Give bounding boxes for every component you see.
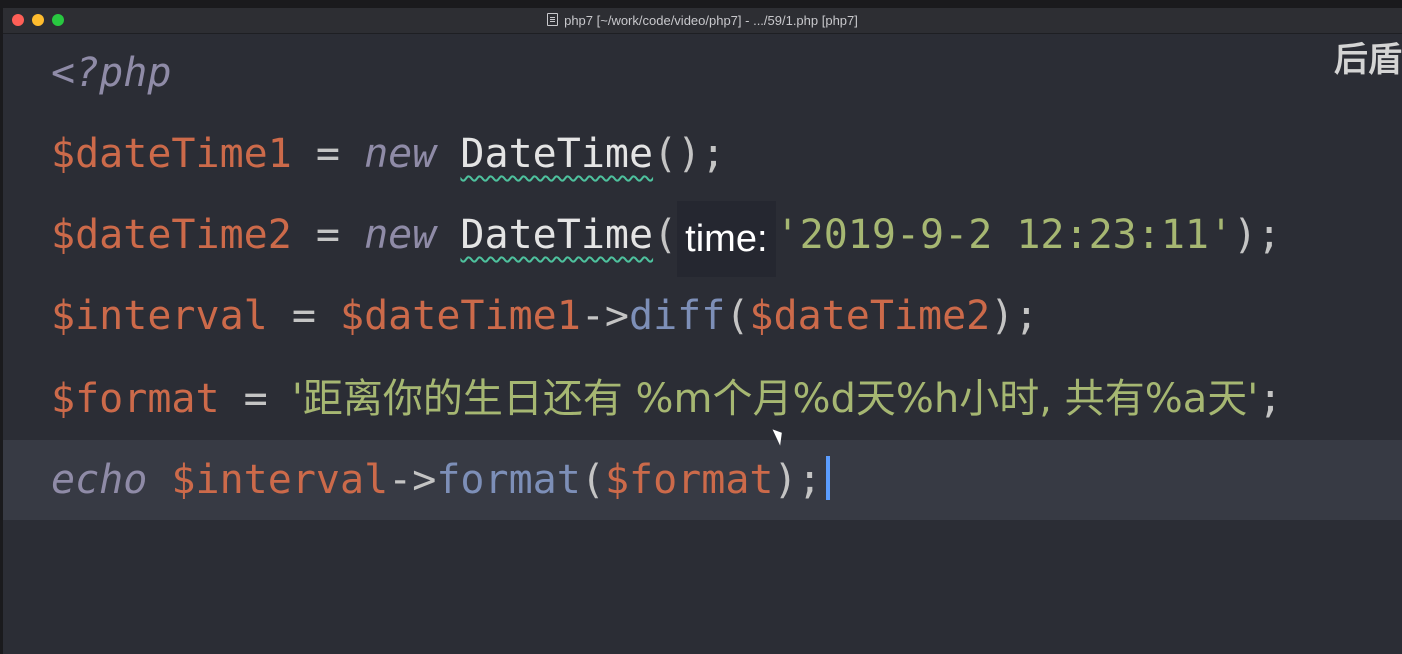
variable: $dateTime1 — [51, 131, 292, 177]
operator: = — [291, 131, 365, 177]
punctuation: ); — [990, 293, 1039, 339]
arrow-operator: -> — [580, 293, 629, 339]
class-name: DateTime — [460, 212, 654, 258]
class-name: DateTime — [460, 131, 654, 177]
punctuation: ); — [1233, 212, 1282, 258]
keyword: new — [364, 212, 437, 258]
code-line-4[interactable]: $interval = $dateTime1->diff($dateTime2)… — [51, 281, 1038, 351]
code-editor[interactable]: <?php $dateTime1 = new DateTime(); $date… — [3, 34, 1402, 654]
code-line-6[interactable]: echo $interval->format($format); — [51, 445, 830, 515]
method-name: diff — [629, 293, 726, 339]
method-name: format — [436, 457, 581, 503]
keyword: new — [364, 131, 437, 177]
variable: $dateTime2 — [749, 293, 991, 339]
punctuation: ; — [1258, 376, 1283, 422]
parameter-hint: time: — [677, 201, 776, 277]
file-icon — [547, 13, 559, 26]
variable: $format — [604, 457, 774, 503]
title-bar: php7 [~/work/code/video/php7] - .../59/1… — [3, 8, 1402, 34]
keyword: echo — [51, 457, 148, 503]
watermark-text: 后盾 — [1334, 40, 1402, 80]
operator: = — [291, 212, 365, 258]
punctuation: ( — [725, 293, 750, 339]
php-open-tag: <?php — [51, 50, 172, 96]
variable: $interval — [171, 457, 389, 503]
variable: $dateTime1 — [340, 293, 581, 339]
code-line-2[interactable]: $dateTime1 = new DateTime(); — [51, 119, 725, 189]
code-line-1[interactable]: <?php — [51, 38, 171, 108]
code-line-3[interactable]: $dateTime2 = new DateTime(time: '2019-9-2… — [51, 200, 1282, 277]
variable: $dateTime2 — [51, 212, 292, 258]
window-title: php7 [~/work/code/video/php7] - .../59/1… — [3, 8, 1402, 33]
code-line-5[interactable]: $format = '距离你的生日还有 %m个月%d天%h小时, 共有%a天'; — [51, 364, 1282, 434]
operator: = — [267, 293, 340, 339]
punctuation: ( — [580, 457, 605, 503]
ide-window: php7 [~/work/code/video/php7] - .../59/1… — [3, 8, 1402, 654]
text-caret — [825, 456, 830, 500]
string-literal: '2019-9-2 12:23:11' — [775, 212, 1234, 258]
punctuation: ); — [773, 457, 822, 503]
variable: $format — [51, 376, 220, 422]
arrow-operator: -> — [388, 457, 437, 503]
window-title-text: php7 [~/work/code/video/php7] - .../59/1… — [564, 13, 858, 28]
punctuation: (); — [653, 131, 726, 177]
string-literal: '距离你的生日还有 %m个月%d天%h小时, 共有%a天' — [291, 376, 1259, 422]
operator: = — [219, 376, 292, 422]
punctuation: ( — [653, 212, 678, 258]
variable: $interval — [51, 293, 268, 339]
